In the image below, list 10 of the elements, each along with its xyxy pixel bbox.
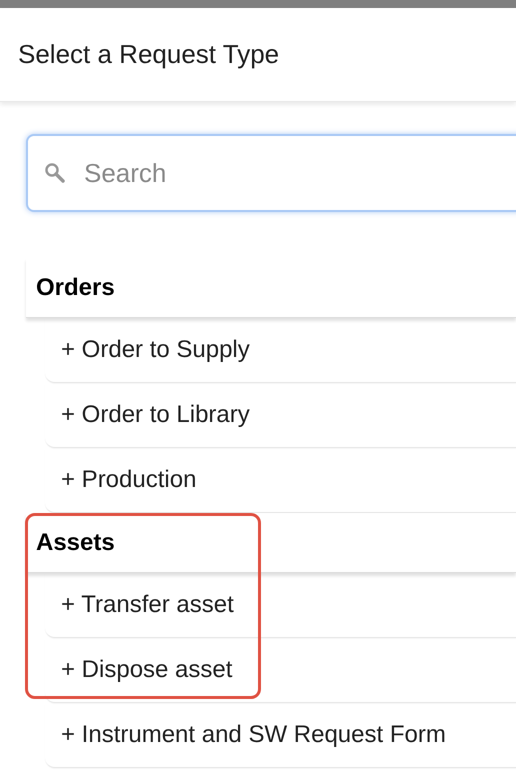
- dialog-title: Select a Request Type: [18, 38, 280, 71]
- request-type-item[interactable]: + Transfer asset: [45, 573, 516, 638]
- search-field[interactable]: Search: [26, 134, 516, 212]
- request-type-item[interactable]: + Order to Library: [45, 383, 516, 448]
- group-title: Assets: [36, 528, 115, 558]
- request-type-item[interactable]: + Dispose asset: [45, 638, 516, 703]
- request-type-item[interactable]: + Order to Supply: [45, 318, 516, 383]
- request-type-item[interactable]: + Instrument and SW Request Form: [45, 703, 516, 768]
- search-icon: [44, 162, 66, 184]
- group-title: Orders: [36, 272, 115, 302]
